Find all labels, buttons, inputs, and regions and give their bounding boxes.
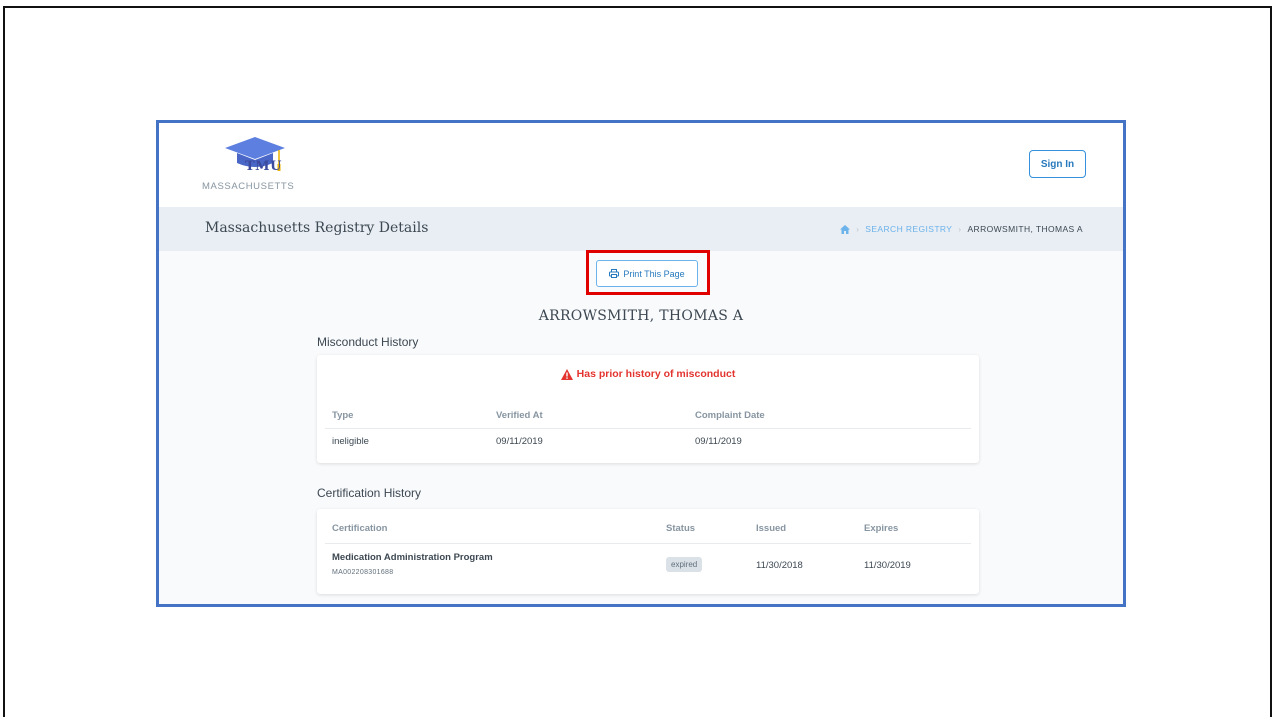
misconduct-verified-cell: 09/11/2019: [496, 436, 543, 447]
registry-content: Print This Page ARROWSMITH, THOMAS A Mis…: [159, 250, 1123, 604]
certification-expires-cell: 11/30/2019: [864, 560, 911, 571]
breadcrumb-current: ARROWSMITH, THOMAS A: [967, 224, 1083, 234]
printer-icon: [609, 269, 620, 278]
column-header-expires: Expires: [864, 523, 899, 534]
site-header: TMU MASSACHUSETTS Sign In: [159, 123, 1123, 207]
table-divider: [325, 428, 971, 429]
print-button-label: Print This Page: [623, 268, 685, 279]
logo-subtitle: MASSACHUSETTS: [202, 181, 295, 192]
misconduct-complaint-cell: 09/11/2019: [695, 436, 742, 447]
warning-icon: [560, 368, 573, 380]
column-header-verified-at: Verified At: [496, 410, 543, 421]
certification-id: MA002208301688: [332, 569, 394, 576]
certification-card: Certification Status Issued Expires Medi…: [317, 509, 979, 594]
breadcrumb-search-registry[interactable]: SEARCH REGISTRY: [865, 224, 952, 234]
misconduct-alert-text: Has prior history of misconduct: [576, 368, 736, 380]
column-header-issued: Issued: [756, 523, 787, 534]
certification-name: Medication Administration Program: [332, 552, 493, 563]
breadcrumb-separator: ›: [958, 224, 962, 234]
table-divider: [325, 543, 971, 544]
column-header-status: Status: [666, 523, 696, 534]
misconduct-alert: Has prior history of misconduct: [317, 368, 979, 380]
tmu-logo[interactable]: TMU MASSACHUSETTS: [199, 135, 309, 195]
print-page-button[interactable]: Print This Page: [596, 260, 698, 287]
column-header-complaint-date: Complaint Date: [695, 410, 765, 421]
title-bar: Massachusetts Registry Details › SEARCH …: [159, 207, 1123, 251]
certification-issued-cell: 11/30/2018: [756, 560, 803, 571]
logo-text: TMU: [245, 159, 282, 174]
home-icon: [840, 224, 851, 234]
column-header-type: Type: [332, 410, 354, 421]
breadcrumb: › SEARCH REGISTRY › ARROWSMITH, THOMAS A: [840, 224, 1083, 234]
misconduct-section-title: Misconduct History: [317, 335, 419, 349]
status-badge: expired: [666, 557, 703, 572]
page-title: Massachusetts Registry Details: [205, 220, 429, 236]
breadcrumb-separator: ›: [856, 224, 860, 234]
sign-in-button[interactable]: Sign In: [1029, 150, 1086, 178]
breadcrumb-home[interactable]: [840, 224, 851, 234]
registry-screenshot: TMU MASSACHUSETTS Sign In Massachusetts …: [156, 120, 1126, 607]
misconduct-type-cell: ineligible: [332, 436, 369, 447]
column-header-certification: Certification: [332, 523, 388, 534]
misconduct-card: Has prior history of misconduct Type Ver…: [317, 355, 979, 463]
certification-section-title: Certification History: [317, 486, 422, 500]
person-name: ARROWSMITH, THOMAS A: [538, 308, 744, 324]
